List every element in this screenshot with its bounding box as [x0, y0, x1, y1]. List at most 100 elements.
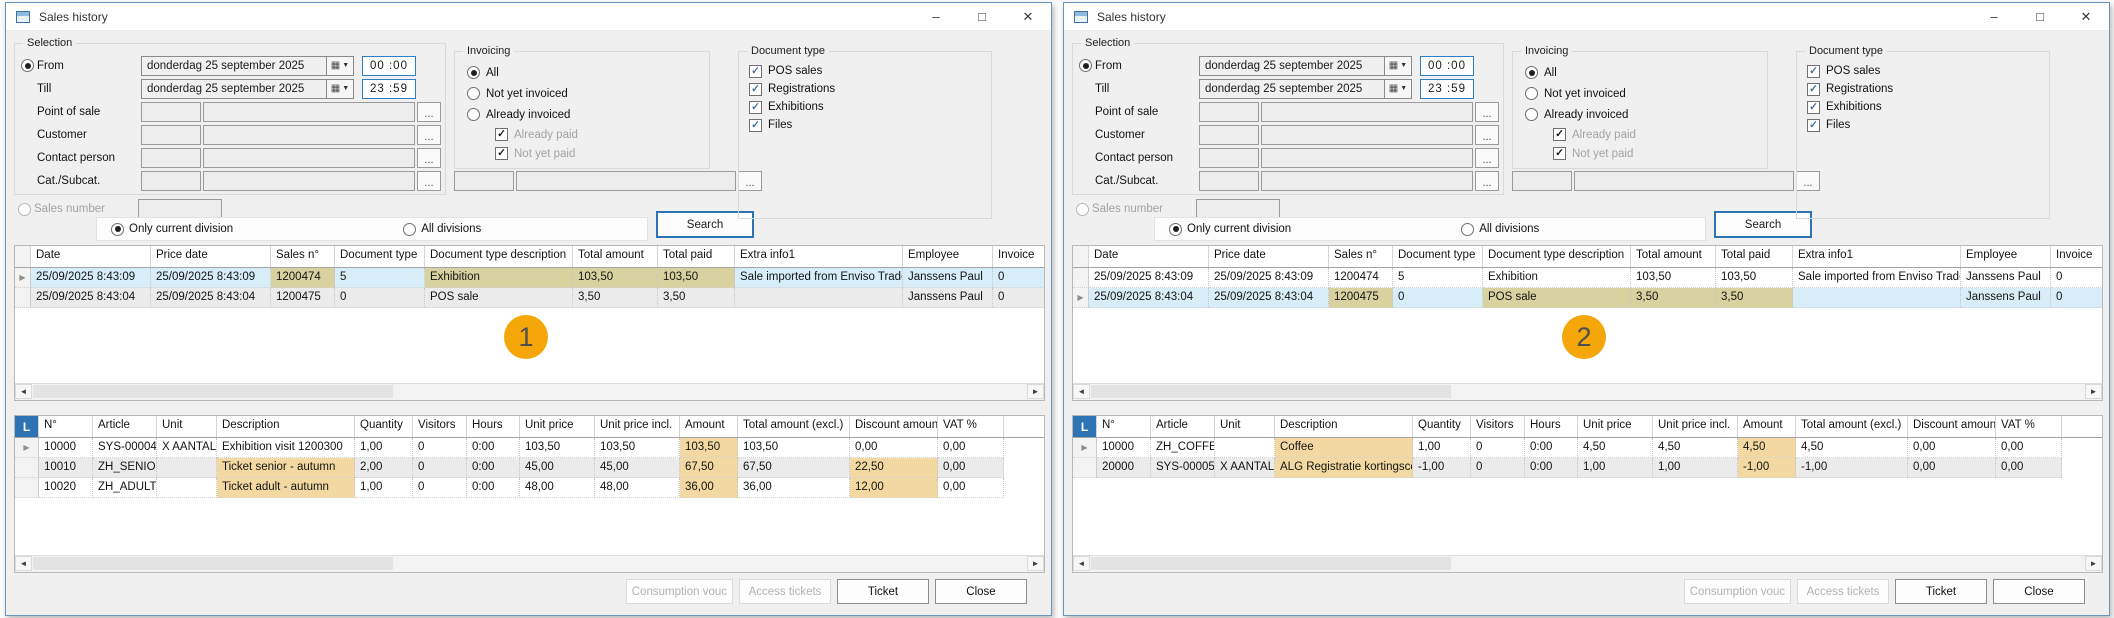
contact-person-browse-button[interactable]: ...: [417, 148, 441, 168]
point-of-sale-browse-button[interactable]: ...: [417, 102, 441, 122]
cell[interactable]: Sale imported from Enviso Trade: [735, 268, 903, 288]
pos-sales-checkbox[interactable]: ✓: [1807, 65, 1820, 78]
column-header[interactable]: Unit price: [1578, 416, 1653, 437]
cell[interactable]: [1215, 438, 1275, 458]
current-row-arrow-icon[interactable]: ▶: [1073, 288, 1089, 308]
column-header[interactable]: Total amount: [1631, 246, 1716, 267]
scrollbar-thumb[interactable]: [33, 385, 393, 398]
column-header[interactable]: Price date: [151, 246, 271, 267]
cell[interactable]: Janssens Paul: [903, 268, 993, 288]
cell[interactable]: Coffee: [1275, 438, 1413, 458]
row-selector[interactable]: [15, 478, 39, 498]
scroll-right-icon[interactable]: ►: [1027, 556, 1044, 571]
cell[interactable]: 48,00: [595, 478, 680, 498]
not-yet-invoiced-option[interactable]: Not yet invoiced: [1525, 83, 1767, 104]
column-header[interactable]: Extra info1: [735, 246, 903, 267]
already-invoiced-option[interactable]: Already invoiced: [467, 104, 709, 125]
list-icon[interactable]: L: [15, 416, 38, 437]
till-calendar-button[interactable]: ▦▼: [1385, 79, 1412, 99]
cell[interactable]: 0: [993, 268, 1045, 288]
from-time-input[interactable]: 00 :00: [362, 56, 416, 76]
point-of-sale-code-input[interactable]: [141, 102, 201, 122]
cell[interactable]: 4,50: [1578, 438, 1653, 458]
cell[interactable]: 0,00: [938, 458, 1004, 478]
maximize-icon[interactable]: □: [2017, 3, 2063, 31]
cell[interactable]: 67,50: [738, 458, 850, 478]
cell[interactable]: Ticket senior - autumn: [217, 458, 355, 478]
extra-filter-name-input[interactable]: [516, 171, 736, 191]
cell[interactable]: 25/09/2025 8:43:09: [1209, 268, 1329, 288]
customer-code-input[interactable]: [1199, 125, 1259, 145]
cell[interactable]: -1,00: [1738, 458, 1796, 478]
cell[interactable]: 2,00: [355, 458, 413, 478]
cell[interactable]: 25/09/2025 8:43:04: [1209, 288, 1329, 308]
column-header[interactable]: Visitors: [1471, 416, 1525, 437]
scroll-left-icon[interactable]: ◄: [1073, 384, 1090, 399]
column-header[interactable]: Document type: [1393, 246, 1483, 267]
cell[interactable]: 1200475: [1329, 288, 1393, 308]
column-header[interactable]: Unit: [157, 416, 217, 437]
column-header[interactable]: Sales n°: [1329, 246, 1393, 267]
already-invoiced-option[interactable]: Already invoiced: [1525, 104, 1767, 125]
cell[interactable]: 3,50: [573, 288, 658, 308]
close-button[interactable]: Close: [1993, 579, 2085, 604]
cell[interactable]: 48,00: [520, 478, 595, 498]
till-calendar-button[interactable]: ▦▼: [327, 79, 354, 99]
not-yet-invoiced-radio[interactable]: [1525, 87, 1538, 100]
not-yet-invoiced-option[interactable]: Not yet invoiced: [467, 83, 709, 104]
table-row[interactable]: 25/09/2025 8:43:0925/09/2025 8:43:091200…: [1073, 268, 2102, 288]
column-header[interactable]: Total amount (excl.): [738, 416, 850, 437]
cell[interactable]: 103,50: [520, 438, 595, 458]
all-divisions-radio[interactable]: [403, 223, 416, 236]
cell[interactable]: ZH_SENIOR: [93, 458, 157, 478]
cell[interactable]: 0: [1471, 438, 1525, 458]
table-row[interactable]: ▶25/09/2025 8:43:0925/09/2025 8:43:09120…: [15, 268, 1044, 288]
cell[interactable]: 0: [413, 438, 467, 458]
registrations-checkbox[interactable]: ✓: [749, 83, 762, 96]
column-header[interactable]: Document type description: [425, 246, 573, 267]
exhibitions-option[interactable]: ✓ Exhibitions: [1807, 98, 2049, 116]
cell[interactable]: 0:00: [1525, 458, 1578, 478]
registrations-checkbox[interactable]: ✓: [1807, 83, 1820, 96]
column-header[interactable]: Amount: [1738, 416, 1796, 437]
cell[interactable]: Janssens Paul: [1961, 268, 2051, 288]
till-date-input[interactable]: donderdag 25 september 2025: [1199, 79, 1385, 99]
cell[interactable]: 0:00: [1525, 438, 1578, 458]
from-time-input[interactable]: 00 :00: [1420, 56, 1474, 76]
cell[interactable]: X AANTAL: [157, 438, 217, 458]
cell[interactable]: 45,00: [595, 458, 680, 478]
till-time-input[interactable]: 23 :59: [1420, 79, 1474, 99]
exhibitions-option[interactable]: ✓ Exhibitions: [749, 98, 991, 116]
cat-subcat-name-input[interactable]: [1261, 171, 1473, 191]
horizontal-scrollbar[interactable]: ◄►: [1073, 555, 2102, 572]
cell[interactable]: 103,50: [680, 438, 738, 458]
close-icon[interactable]: ✕: [1005, 3, 1051, 31]
cell[interactable]: 25/09/2025 8:43:09: [31, 268, 151, 288]
table-row[interactable]: ▶25/09/2025 8:43:0425/09/2025 8:43:04120…: [1073, 288, 2102, 308]
cell[interactable]: ZH_COFFEE: [1151, 438, 1215, 458]
cell[interactable]: -1,00: [1796, 458, 1908, 478]
cell[interactable]: 12,00: [850, 478, 938, 498]
cell[interactable]: 20000: [1097, 458, 1151, 478]
scrollbar-thumb[interactable]: [33, 557, 393, 570]
column-header[interactable]: Employee: [903, 246, 993, 267]
cell[interactable]: 25/09/2025 8:43:04: [1089, 288, 1209, 308]
cell[interactable]: 0: [2051, 268, 2103, 288]
cell[interactable]: SYS-000041: [93, 438, 157, 458]
from-date-input[interactable]: donderdag 25 september 2025: [1199, 56, 1385, 76]
cell[interactable]: 1,00: [1413, 438, 1471, 458]
already-paid-option[interactable]: ✓ Already paid: [495, 125, 709, 144]
point-of-sale-name-input[interactable]: [1261, 102, 1473, 122]
cell[interactable]: 0,00: [1908, 438, 1996, 458]
cell[interactable]: [157, 458, 217, 478]
column-header[interactable]: N°: [39, 416, 93, 437]
scroll-left-icon[interactable]: ◄: [15, 384, 32, 399]
cell[interactable]: Janssens Paul: [903, 288, 993, 308]
column-header[interactable]: Visitors: [413, 416, 467, 437]
scrollbar-thumb[interactable]: [1091, 557, 1451, 570]
column-header[interactable]: Description: [217, 416, 355, 437]
cell[interactable]: POS sale: [1483, 288, 1631, 308]
table-row[interactable]: 25/09/2025 8:43:0425/09/2025 8:43:041200…: [15, 288, 1044, 308]
column-header[interactable]: Quantity: [355, 416, 413, 437]
cell[interactable]: 36,00: [680, 478, 738, 498]
